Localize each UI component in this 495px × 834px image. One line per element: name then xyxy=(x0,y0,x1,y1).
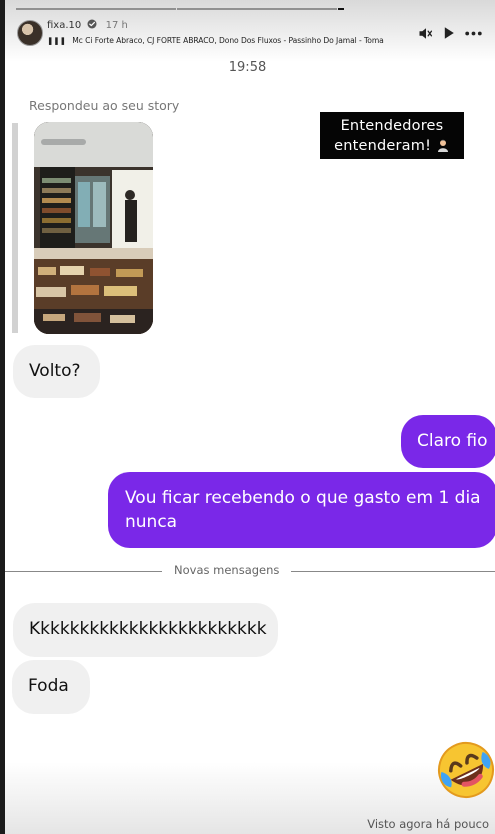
message-text: Vou ficar recebendo o que gasto em 1 dia… xyxy=(125,488,481,532)
sticker-line-2: entenderam! xyxy=(320,136,464,156)
story-text-sticker: Entendedores entenderam! xyxy=(320,112,464,159)
story-chat-screen: fixa.10 17 h ❚❚❚ Mc Ci Forte Abraco, CJ … xyxy=(0,0,495,834)
message-text: Foda xyxy=(28,676,69,696)
sticker-line-1: Entendedores xyxy=(340,118,444,134)
message-text: Kkkkkkkkkkkkkkkkkkkkkkkk xyxy=(29,619,267,639)
story-age: 17 h xyxy=(105,20,128,31)
outgoing-message-bubble[interactable]: Vou ficar recebendo o que gasto em 1 dia… xyxy=(108,472,495,548)
more-icon[interactable] xyxy=(465,24,482,42)
mute-icon[interactable] xyxy=(418,24,433,42)
message-time: 19:58 xyxy=(228,60,267,75)
store-interior-image xyxy=(34,122,153,334)
incoming-message-bubble[interactable]: Foda xyxy=(12,660,90,714)
message-text: Claro fio xyxy=(417,431,488,451)
story-header-actions xyxy=(418,24,482,42)
story-reply-label: Respondeu ao seu story xyxy=(29,98,180,113)
person-emoji-icon xyxy=(436,138,450,152)
new-messages-label: Novas mensagens xyxy=(162,563,292,577)
story-reply-indicator xyxy=(12,123,18,333)
story-user-avatar[interactable] xyxy=(17,20,43,46)
message-text: Volto? xyxy=(29,361,81,381)
story-progress-segment xyxy=(177,8,337,10)
rolling-laughing-emoji-icon[interactable] xyxy=(436,739,495,801)
incoming-message-bubble[interactable]: Kkkkkkkkkkkkkkkkkkkkkkkk xyxy=(13,603,278,657)
sticker-line-2-text: entenderam! xyxy=(334,138,432,154)
left-edge-dark-strip xyxy=(0,0,5,834)
story-user-info[interactable]: fixa.10 17 h xyxy=(47,19,128,31)
incoming-message-bubble[interactable]: Volto? xyxy=(13,345,100,398)
story-progress-segment xyxy=(16,8,176,10)
play-icon[interactable] xyxy=(443,24,455,42)
music-track-title: Mc Ci Forte Abraco, CJ FORTE ABRACO, Don… xyxy=(72,36,384,45)
outgoing-message-bubble[interactable]: Claro fio xyxy=(401,415,495,468)
music-info[interactable]: ❚❚❚ Mc Ci Forte Abraco, CJ FORTE ABRACO,… xyxy=(47,36,384,45)
replied-story-thumbnail[interactable] xyxy=(34,122,153,334)
verified-icon xyxy=(87,19,97,29)
music-bars-icon: ❚❚❚ xyxy=(47,36,66,45)
story-username[interactable]: fixa.10 xyxy=(47,20,81,31)
seen-status: Visto agora há pouco xyxy=(367,817,489,831)
story-progress-segment-current xyxy=(338,8,344,10)
